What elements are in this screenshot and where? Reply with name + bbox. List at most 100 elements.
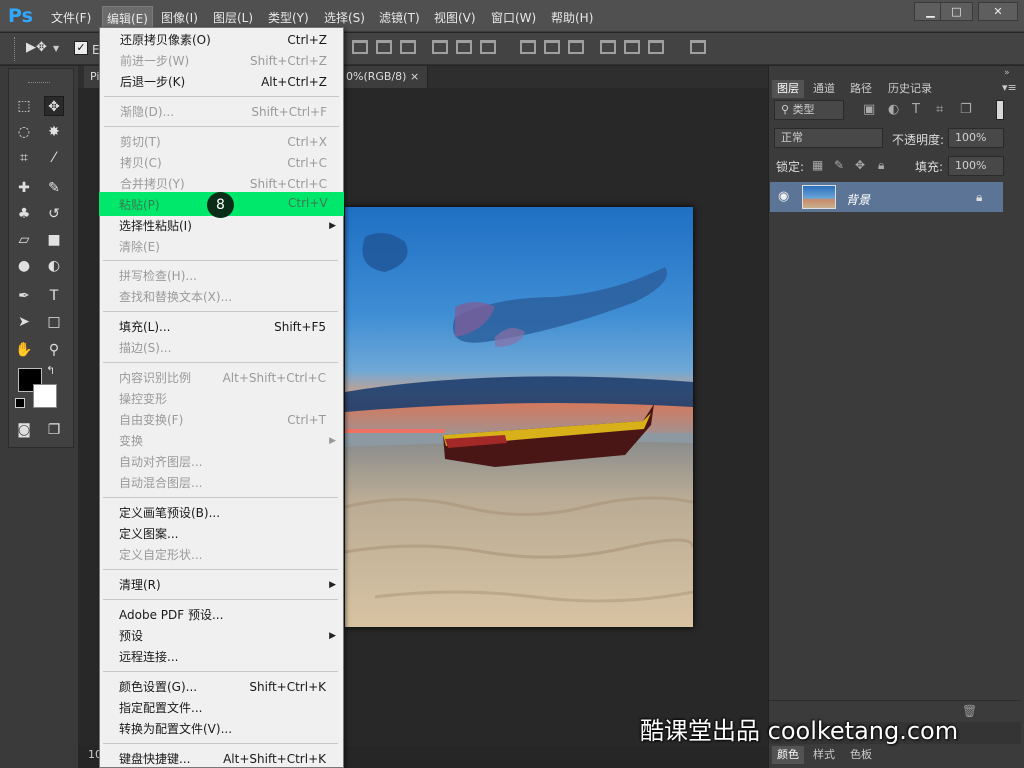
lasso-tool-icon[interactable]: ◌ — [14, 122, 34, 142]
filter-adjustment-icon[interactable]: ◐ — [888, 102, 899, 117]
menu-item-define-pattern[interactable]: 定义图案... — [101, 524, 340, 545]
eyedropper-tool-icon[interactable]: ⁄ — [44, 148, 64, 168]
align-vcenter-icon[interactable] — [376, 40, 392, 54]
lock-position-icon[interactable]: ✥ — [855, 158, 865, 172]
menu-item-step-backward[interactable]: 后退一步(K) Alt+Ctrl+Z — [102, 72, 341, 93]
tab-doc-2[interactable]: 0%(RGB/8) × — [340, 66, 428, 88]
menu-item-free-transform[interactable]: 自由变换(F) Ctrl+T — [101, 410, 340, 431]
filter-toggle-switch[interactable] — [996, 100, 1004, 120]
distribute-bottom-icon[interactable] — [568, 40, 584, 54]
menu-item-keyboard-shortcuts[interactable]: 键盘快捷键... Alt+Shift+Ctrl+K — [101, 749, 340, 768]
align-top-icon[interactable] — [352, 40, 368, 54]
menu-item-convert-to-profile[interactable]: 转换为配置文件(V)... — [101, 719, 340, 740]
layer-name[interactable]: 背景 — [846, 191, 870, 208]
menu-item-paste-special[interactable]: 选择性粘贴(I) ▶ — [101, 216, 340, 237]
menu-item-clear[interactable]: 清除(E) — [101, 237, 340, 258]
layer-filter-select[interactable]: ⚲ 类型 — [774, 100, 844, 120]
auto-select-checkbox[interactable]: ✓ — [74, 41, 88, 55]
pen-tool-icon[interactable]: ✒ — [14, 286, 34, 306]
menu-item-adobe-pdf-presets[interactable]: Adobe PDF 预设... — [101, 605, 340, 626]
filter-type-icon[interactable]: T — [912, 102, 920, 117]
menu-item-color-settings[interactable]: 颜色设置(G)... Shift+Ctrl+K — [101, 677, 340, 698]
filter-pixel-icon[interactable]: ▣ — [863, 102, 875, 117]
distribute-right-icon[interactable] — [648, 40, 664, 54]
tab-channels[interactable]: 通道 — [808, 80, 840, 98]
menu-item-auto-blend-layers[interactable]: 自动混合图层... — [101, 473, 340, 494]
history-brush-tool-icon[interactable]: ↺ — [44, 204, 64, 224]
menu-filter[interactable]: 滤镜(T) — [379, 9, 420, 26]
align-hcenter-icon[interactable] — [456, 40, 472, 54]
align-left-icon[interactable] — [432, 40, 448, 54]
tab-styles[interactable]: 样式 — [808, 746, 840, 764]
brush-tool-icon[interactable]: ✎ — [44, 178, 64, 198]
lock-all-icon[interactable]: 🔒︎ — [878, 158, 884, 173]
fill-field[interactable]: 100% — [948, 156, 1004, 176]
menu-item-cut[interactable]: 剪切(T) Ctrl+X — [102, 132, 341, 153]
lock-transparent-icon[interactable]: ▦ — [812, 158, 823, 172]
blend-mode-select[interactable]: 正常 — [774, 128, 883, 148]
menu-file[interactable]: 文件(F) — [51, 9, 91, 26]
clone-stamp-tool-icon[interactable]: ♣ — [14, 204, 34, 224]
distribute-hcenter-icon[interactable] — [624, 40, 640, 54]
default-colors-icon[interactable] — [15, 398, 25, 408]
close-icon[interactable]: ✕ — [978, 2, 1018, 21]
menu-item-stroke[interactable]: 描边(S)... — [101, 338, 340, 359]
background-color-swatch[interactable] — [33, 384, 57, 408]
menu-item-find-replace[interactable]: 查找和替换文本(X)... — [101, 287, 340, 308]
tab-swatches[interactable]: 色板 — [845, 746, 877, 764]
magic-wand-tool-icon[interactable]: ✸ — [44, 122, 64, 142]
blur-tool-icon[interactable]: ● — [14, 256, 34, 276]
menu-type[interactable]: 类型(Y) — [268, 9, 309, 26]
auto-align-icon[interactable] — [690, 40, 706, 54]
menu-help[interactable]: 帮助(H) — [551, 9, 593, 26]
filter-shape-icon[interactable]: ⌗ — [936, 102, 943, 117]
menu-item-undo-copy-pixels[interactable]: 还原拷贝像素(O) Ctrl+Z — [102, 30, 341, 51]
menu-item-copy[interactable]: 拷贝(C) Ctrl+C — [102, 153, 341, 174]
distribute-top-icon[interactable] — [520, 40, 536, 54]
menu-item-transform[interactable]: 变换 ▶ — [101, 431, 340, 452]
type-tool-icon[interactable]: T — [44, 286, 64, 306]
menu-window[interactable]: 窗口(W) — [491, 9, 536, 26]
move-tool-icon[interactable]: ▶✥ — [26, 40, 47, 55]
menu-item-fill[interactable]: 填充(L)... Shift+F5 — [101, 317, 340, 338]
lock-pixels-icon[interactable]: ✎ — [834, 158, 844, 172]
menu-item-define-custom-shape[interactable]: 定义自定形状... — [101, 545, 340, 566]
rectangle-tool-icon[interactable]: □ — [44, 312, 64, 332]
tab-color[interactable]: 颜色 — [772, 746, 804, 764]
opacity-field[interactable]: 100% — [948, 128, 1004, 148]
delete-layer-icon[interactable]: 🗑︎ — [962, 704, 977, 718]
marquee-tool-icon[interactable]: ⬚ — [14, 96, 34, 116]
tab-history[interactable]: 历史记录 — [883, 80, 937, 98]
restore-icon[interactable]: □ — [940, 2, 973, 21]
gradient-tool-icon[interactable]: ■ — [44, 230, 64, 250]
menu-item-content-aware-scale[interactable]: 内容识别比例 Alt+Shift+Ctrl+C — [101, 368, 340, 389]
menu-item-purge[interactable]: 清理(R) ▶ — [101, 575, 340, 596]
zoom-tool-icon[interactable]: ⚲ — [44, 340, 64, 360]
align-right-icon[interactable] — [480, 40, 496, 54]
menu-view[interactable]: 视图(V) — [434, 9, 476, 26]
menu-item-step-forward[interactable]: 前进一步(W) Shift+Ctrl+Z — [102, 51, 341, 72]
chevron-down-icon[interactable]: ▼ — [53, 44, 59, 53]
menu-item-assign-profile[interactable]: 指定配置文件... — [101, 698, 340, 719]
distribute-vcenter-icon[interactable] — [544, 40, 560, 54]
align-bottom-icon[interactable] — [400, 40, 416, 54]
hand-tool-icon[interactable]: ✋ — [14, 340, 34, 360]
move-tool-button[interactable]: ✥ — [44, 96, 64, 116]
menu-item-define-brush[interactable]: 定义画笔预设(B)... — [101, 503, 340, 524]
distribute-left-icon[interactable] — [600, 40, 616, 54]
filter-smart-object-icon[interactable]: ❐ — [960, 102, 972, 117]
menu-layer[interactable]: 图层(L) — [213, 9, 253, 26]
path-selection-tool-icon[interactable]: ➤ — [14, 312, 34, 332]
tab-layers[interactable]: 图层 — [772, 80, 804, 98]
menu-item-spell-check[interactable]: 拼写检查(H)... — [101, 266, 340, 287]
menu-select[interactable]: 选择(S) — [324, 9, 365, 26]
menu-item-presets[interactable]: 预设 ▶ — [101, 626, 340, 647]
crop-tool-icon[interactable]: ⌗ — [14, 148, 34, 168]
swap-colors-icon[interactable]: ↰ — [46, 364, 55, 377]
menu-item-fade[interactable]: 渐隐(D)... Shift+Ctrl+F — [102, 102, 341, 123]
close-tab-icon[interactable]: × — [410, 70, 419, 83]
dodge-tool-icon[interactable]: ◐ — [44, 256, 64, 276]
canvas-image-beach-boat[interactable] — [345, 207, 693, 627]
eye-icon[interactable]: ◉ — [778, 189, 789, 204]
tab-paths[interactable]: 路径 — [845, 80, 877, 98]
